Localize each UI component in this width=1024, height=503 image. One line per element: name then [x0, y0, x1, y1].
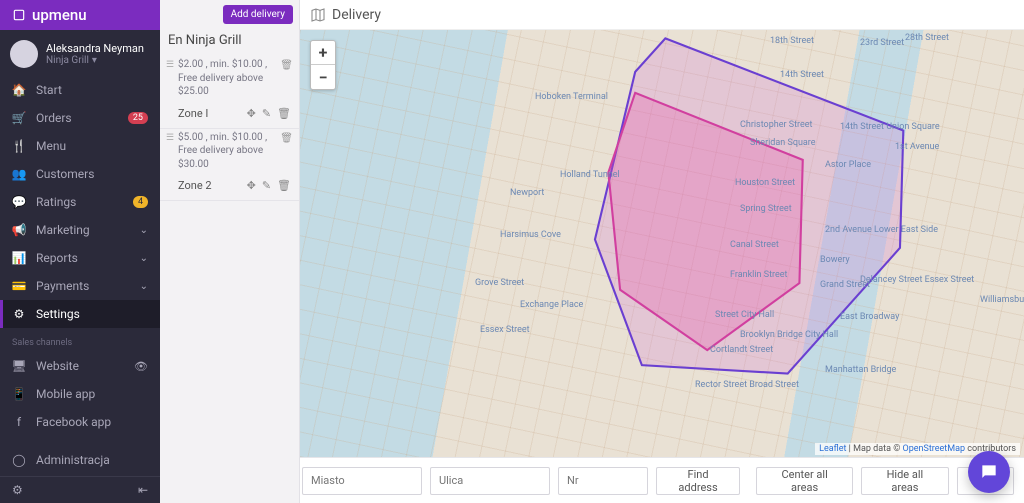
sidebar-item-customers[interactable]: 👥 Customers: [0, 160, 160, 188]
eye-icon[interactable]: 👁: [134, 360, 148, 373]
gear-icon: ⚙: [12, 307, 26, 321]
osm-link[interactable]: OpenStreetMap: [903, 444, 966, 454]
nav-label: Settings: [36, 307, 80, 321]
zone-panel: Add delivery En Ninja Grill $2.00 , min.…: [160, 0, 300, 503]
trash-icon[interactable]: 🗑: [280, 132, 293, 146]
sidebar: upmenu Aleksandra Neyman Ninja Grill ▾ 🏠…: [0, 0, 160, 503]
zoom-out-button[interactable]: −: [311, 65, 335, 89]
nav-admin: ◯ Administracja: [0, 446, 160, 474]
zoom-control: + −: [310, 40, 336, 90]
chat-icon: [979, 462, 999, 482]
hide-areas-button[interactable]: Hide all areas: [861, 467, 949, 495]
nav-label: Start: [36, 83, 62, 97]
facebook-icon: f: [12, 415, 26, 429]
address-bar: Find address Center all areas Hide all a…: [300, 457, 1024, 503]
sidebar-item-start[interactable]: 🏠 Start: [0, 76, 160, 104]
badge: 25: [128, 112, 148, 124]
badge: 4: [133, 196, 148, 208]
brand-text: upmenu: [32, 6, 87, 24]
nav-main: 🏠 Start 🛒 Orders 25 🍴 Menu 👥 Customers 💬 Ratings 4 📢…: [0, 76, 160, 328]
map[interactable]: 18th Street23rd Street14th StreetChristo…: [300, 30, 1024, 457]
nav-label: Reports: [36, 251, 78, 265]
nav-channels: 🖥 Website 👁 📱 Mobile app f Facebook app: [0, 352, 160, 436]
nr-input[interactable]: [558, 467, 648, 495]
brand[interactable]: upmenu: [0, 0, 160, 30]
sidebar-item-admin[interactable]: ◯ Administracja: [0, 446, 160, 474]
sidebar-item-marketing[interactable]: 📢 Marketing ⌄: [0, 216, 160, 244]
zone-desc: $5.00 , min. $10.00 , Free delivery abov…: [168, 131, 291, 172]
nav-label: Ratings: [36, 195, 76, 209]
city-input[interactable]: [302, 467, 422, 495]
megaphone-icon: 📢: [12, 223, 26, 237]
sidebar-item-orders[interactable]: 🛒 Orders 25: [0, 104, 160, 132]
sidebar-item-facebook[interactable]: f Facebook app: [0, 408, 160, 436]
sidebar-item-reports[interactable]: 📊 Reports ⌄: [0, 244, 160, 272]
zone-panel-title: En Ninja Grill: [160, 29, 299, 56]
admin-label: Administracja: [36, 453, 110, 467]
street-input[interactable]: [430, 467, 550, 495]
zoom-in-button[interactable]: +: [311, 41, 335, 65]
collapse-icon[interactable]: ⇤: [138, 483, 148, 497]
sidebar-item-menu[interactable]: 🍴 Menu: [0, 132, 160, 160]
zone-desc: $2.00 , min. $10.00 , Free delivery abov…: [168, 58, 291, 99]
fork-icon: 🍴: [12, 139, 26, 153]
profile[interactable]: Aleksandra Neyman Ninja Grill ▾: [0, 30, 160, 76]
sidebar-item-settings[interactable]: ⚙ Settings: [0, 300, 160, 328]
add-delivery-button[interactable]: Add delivery: [223, 5, 293, 24]
trash-icon[interactable]: 🗑: [277, 179, 291, 192]
sidebar-item-payments[interactable]: 💳 Payments ⌄: [0, 272, 160, 300]
trash-icon[interactable]: 🗑: [280, 59, 293, 73]
zone-block: $2.00 , min. $10.00 , Free delivery abov…: [160, 56, 299, 129]
leaflet-link[interactable]: Leaflet: [819, 444, 846, 454]
sidebar-item-mobile[interactable]: 📱 Mobile app: [0, 380, 160, 408]
edit-icon[interactable]: ✎: [262, 107, 271, 120]
users-icon: 👥: [12, 167, 26, 181]
sidebar-item-website[interactable]: 🖥 Website 👁: [0, 352, 160, 380]
move-icon[interactable]: ✥: [247, 179, 256, 192]
page-header: Delivery: [300, 0, 1024, 30]
chat-widget[interactable]: [968, 451, 1010, 493]
nav-label: Facebook app: [36, 415, 111, 429]
nav-label: Mobile app: [36, 387, 95, 401]
profile-name: Aleksandra Neyman: [46, 42, 144, 55]
main: Delivery 18th Street23rd Street14th Stre…: [300, 0, 1024, 503]
monitor-icon: 🖥: [12, 359, 26, 373]
nav-label: Website: [36, 359, 79, 373]
edit-icon[interactable]: ✎: [262, 179, 271, 192]
map-icon: [310, 7, 326, 23]
card-icon: 💳: [12, 279, 26, 293]
profile-restaurant[interactable]: Ninja Grill ▾: [46, 55, 144, 66]
move-icon[interactable]: ✥: [247, 107, 256, 120]
find-address-button[interactable]: Find address: [656, 467, 740, 495]
sales-channels-label: Sales channels: [0, 328, 160, 352]
chevron-down-icon: ⌄: [140, 225, 148, 236]
brand-logo-icon: [12, 8, 26, 22]
zone-name: Zone I: [178, 107, 247, 120]
phone-icon: 📱: [12, 387, 26, 401]
nav-label: Marketing: [36, 223, 90, 237]
circle-icon: ◯: [12, 453, 26, 467]
nav-label: Payments: [36, 279, 89, 293]
sidebar-item-ratings[interactable]: 💬 Ratings 4: [0, 188, 160, 216]
chevron-down-icon: ▾: [92, 55, 97, 66]
chevron-down-icon: ⌄: [140, 281, 148, 292]
cart-icon: 🛒: [12, 111, 26, 125]
avatar: [10, 40, 38, 68]
page-title: Delivery: [332, 7, 381, 23]
zone-name: Zone 2: [178, 179, 247, 192]
sidebar-footer: ⚙ ⇤: [0, 476, 160, 503]
settings-footer-icon[interactable]: ⚙: [12, 483, 23, 497]
bars-icon: 📊: [12, 251, 26, 265]
center-areas-button[interactable]: Center all areas: [756, 467, 853, 495]
zone-block: $5.00 , min. $10.00 , Free delivery abov…: [160, 129, 299, 202]
nav-label: Customers: [36, 167, 94, 181]
map-tiles: [300, 30, 1024, 457]
trash-icon[interactable]: 🗑: [277, 107, 291, 120]
home-icon: 🏠: [12, 83, 26, 97]
nav-label: Menu: [36, 139, 66, 153]
nav-label: Orders: [36, 111, 72, 125]
chat-icon: 💬: [12, 195, 26, 209]
chevron-down-icon: ⌄: [140, 253, 148, 264]
